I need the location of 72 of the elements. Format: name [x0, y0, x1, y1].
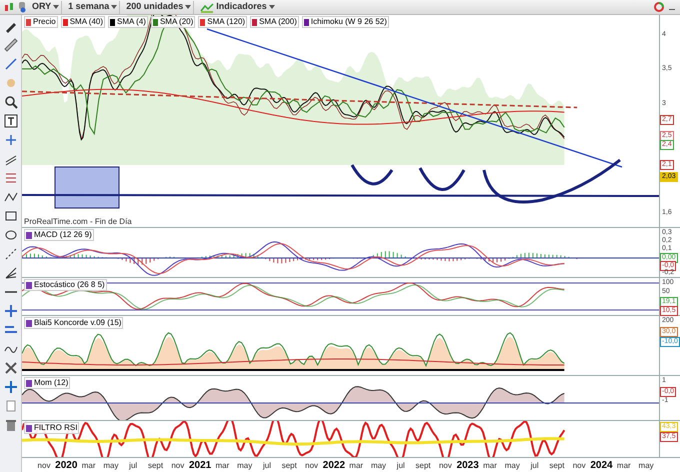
indicator-icon — [26, 282, 32, 288]
indicator-legend[interactable]: Blai5 Koncorde v.09 (15) — [24, 317, 124, 329]
axis-label: sept — [282, 461, 297, 471]
axis-label: sept — [549, 461, 564, 471]
axis-label: 2023 — [456, 461, 479, 471]
caret-icon — [53, 5, 60, 9]
axis-label: mar — [483, 461, 497, 471]
fan-icon[interactable] — [4, 266, 18, 280]
axis-label: mar — [616, 461, 631, 471]
axis-label: mar — [82, 461, 96, 471]
axis-label: jul — [396, 461, 405, 471]
axis-label: may — [638, 461, 654, 471]
axis-label: nov — [572, 461, 586, 471]
axis-label: jul — [530, 461, 539, 471]
axis-label: jul — [263, 461, 271, 471]
indicator-legend[interactable]: Mom (12) — [24, 377, 70, 389]
chart-line-icon — [200, 2, 214, 12]
axis-label: nov — [171, 461, 184, 471]
caret-icon — [268, 5, 275, 9]
axis-label: jul — [129, 461, 138, 471]
axis-label: sept — [416, 461, 431, 471]
legend-item[interactable]: SMA (4) — [108, 16, 148, 28]
dotted-line-icon[interactable] — [4, 247, 18, 261]
indicator-legend[interactable]: FILTRO RSI — [24, 422, 80, 434]
legend-item[interactable]: Precio — [24, 16, 58, 28]
units-dropdown[interactable]: 200 unidades — [124, 0, 194, 14]
rectangle-icon[interactable] — [4, 209, 18, 223]
axis-label: may — [103, 461, 118, 471]
move-icon[interactable] — [4, 304, 18, 318]
indicator-legend[interactable]: MACD (12 26 9) — [24, 229, 94, 241]
fibonacci-icon[interactable] — [4, 171, 18, 185]
axis-label: 2021 — [188, 461, 212, 471]
axis-label: nov — [305, 461, 318, 471]
copy-icon[interactable] — [4, 399, 18, 413]
search-icon[interactable] — [4, 95, 18, 109]
highlight-rectangle — [54, 166, 120, 208]
indicators-button[interactable]: Indicadores — [198, 0, 277, 14]
legend-item[interactable]: SMA (20) — [150, 16, 196, 28]
trash-icon[interactable] — [4, 418, 18, 432]
ticker-dropdown[interactable]: ORY — [30, 0, 62, 14]
caret-icon — [185, 5, 192, 9]
indicator-legend[interactable]: Estocástico (26 8 5) — [24, 279, 107, 291]
axis-label: sept — [148, 461, 164, 471]
axis-label: may — [237, 461, 252, 471]
legend-item[interactable]: SMA (40) — [60, 16, 106, 28]
refresh-icon[interactable] — [654, 2, 664, 12]
axis-label: may — [504, 461, 520, 471]
timeframe-dropdown[interactable]: 1 semana — [66, 0, 120, 14]
move-icon[interactable] — [4, 380, 18, 394]
candles-icon[interactable] — [4, 2, 14, 12]
indicator-icon — [26, 424, 32, 432]
axis-label: 2020 — [55, 461, 78, 471]
axis-label: nov — [438, 461, 452, 471]
axis-label: mar — [216, 461, 230, 471]
caret-icon — [111, 5, 118, 9]
ruler-icon[interactable] — [4, 38, 18, 52]
source-label: ProRealTime.com - Fin de Día — [24, 217, 132, 226]
axis-label: nov — [38, 461, 50, 471]
indicator-icon — [26, 232, 32, 238]
legend-item[interactable]: SMA (120) — [198, 16, 248, 28]
legend-item[interactable]: SMA (200) — [250, 16, 299, 28]
zigzag-icon[interactable] — [4, 190, 18, 204]
indicator-icon — [26, 320, 32, 326]
axis-label: 2022 — [322, 461, 346, 471]
axis-label: mar — [349, 461, 364, 471]
legend-item[interactable]: Ichimoku (W 9 26 52) — [302, 16, 389, 28]
axis-label: may — [370, 461, 386, 471]
axis-label: 2024 — [590, 461, 613, 471]
ellipse-icon[interactable] — [4, 228, 18, 242]
line-icon[interactable] — [4, 57, 18, 71]
text-icon[interactable] — [4, 114, 18, 128]
indicator-icon — [26, 380, 32, 386]
